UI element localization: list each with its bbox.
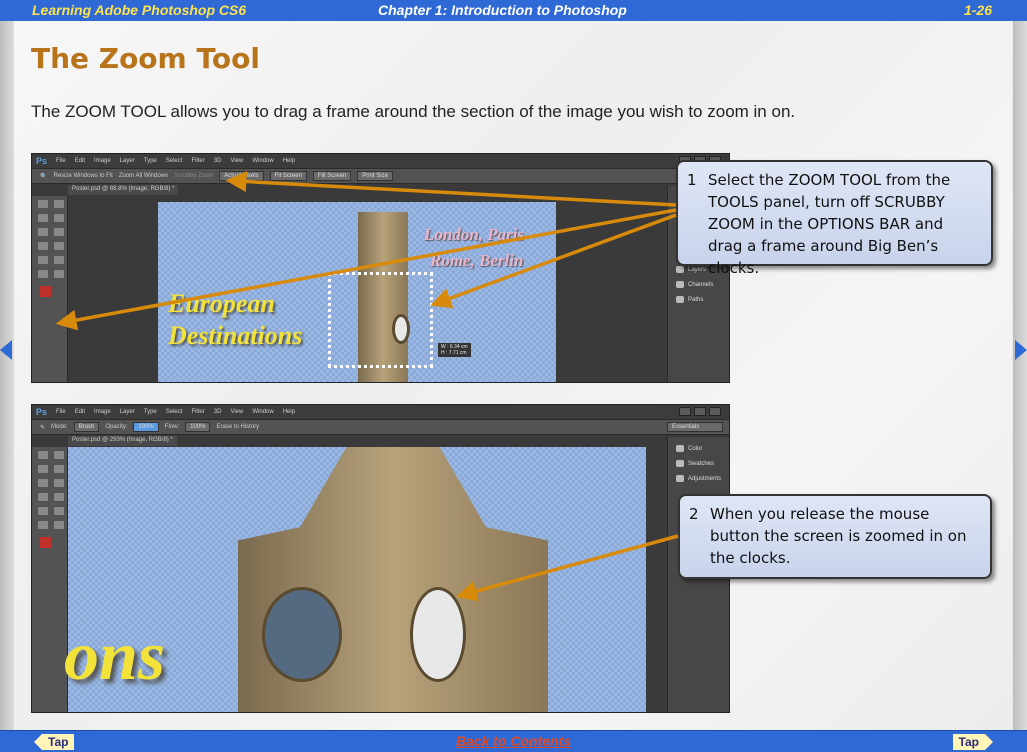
document-tab: Poster.psd @ 293% (Image, RGB/8) * xyxy=(68,436,177,446)
menu-edit: Edit xyxy=(74,409,86,415)
flow-label: Flow: xyxy=(164,424,180,430)
image-title: European Destinations xyxy=(168,289,303,350)
menu-help: Help xyxy=(282,158,296,164)
zoom-marquee xyxy=(328,272,433,368)
callout-step-1: 1 Select the ZOOM TOOL from the TOOLS pa… xyxy=(676,160,993,277)
menu-select: Select xyxy=(165,409,183,415)
book-title: Learning Adobe Photoshop CS6 xyxy=(32,2,247,18)
chapter-title: Chapter 1: Introduction to Photoshop xyxy=(378,2,627,18)
page-title: The Zoom Tool xyxy=(31,42,260,75)
fit-screen-button: Fit Screen xyxy=(269,171,307,181)
menu-select: Select xyxy=(165,158,183,164)
image-title: ons xyxy=(64,618,166,695)
next-page-button[interactable]: Tap xyxy=(952,734,994,750)
channels-panel-label: Channels xyxy=(688,281,714,288)
menu-3d: 3D xyxy=(213,158,222,164)
callout-step-2: 2 When you release the mouse button the … xyxy=(678,494,992,579)
step-number: 2 xyxy=(689,505,699,523)
erase-to-history-option: Erase to History xyxy=(216,424,260,430)
eraser-tool-icon: ✎ xyxy=(40,424,46,431)
foreground-color xyxy=(40,537,51,548)
clock-face-right xyxy=(410,587,466,682)
menu-filter: Filter xyxy=(191,158,205,164)
intro-text: The ZOOM TOOL allows you to drag a frame… xyxy=(31,102,796,121)
image-caption: London, Paris Rome, Berlin xyxy=(424,225,525,270)
ps-menu-bar: Ps File Edit Image Layer Type Select Filter 3D V… xyxy=(32,405,729,419)
option-zoom-all: Zoom All Windows xyxy=(118,173,169,179)
ps-options-bar: 🔍 Resize Windows to Fit Zoom All Windows… xyxy=(32,168,729,184)
tools-panel xyxy=(32,196,68,382)
menu-help: Help xyxy=(282,409,296,415)
swatches-panel-label: Swatches xyxy=(688,460,715,467)
tools-panel xyxy=(32,447,68,712)
fill-screen-button: Fill Screen xyxy=(312,171,352,181)
menu-3d: 3D xyxy=(213,409,222,415)
page-edge-right xyxy=(1013,21,1027,730)
option-scrubby-zoom: Scrubby Zoom xyxy=(174,173,214,179)
page-edge-left xyxy=(0,21,14,730)
menu-type: Type xyxy=(143,409,157,415)
menu-file: File xyxy=(56,409,66,415)
ps-logo: Ps xyxy=(36,407,48,417)
photoshop-screenshot-1: Ps File Edit Image Layer Type Select Filter 3D V… xyxy=(31,153,730,383)
photoshop-screenshot-2: Ps File Edit Image Layer Type Select Filter 3D V… xyxy=(31,404,730,713)
step-text: When you release the mouse button the sc… xyxy=(710,505,967,567)
menu-view: View xyxy=(230,409,244,415)
zoom-tool-icon: 🔍 xyxy=(40,173,48,180)
menu-window: Window xyxy=(252,158,274,164)
size-readout: W : 6.34 cm H : 7.71 cm xyxy=(438,343,471,357)
previous-page-arrow[interactable] xyxy=(0,340,12,360)
document-tab: Poster.psd @ 88.8% (Image, RGB/8) * xyxy=(68,185,179,195)
ps-options-bar: ✎ Mode: Brush Opacity: 100% Flow: 100% Eras… xyxy=(32,419,729,435)
page-number: 1-26 xyxy=(963,2,992,18)
back-to-contents-link[interactable]: Back to Contents xyxy=(0,733,1027,749)
print-size-button: Print Size xyxy=(357,171,393,181)
window-controls xyxy=(679,407,721,416)
workspace-select: Essentials xyxy=(667,422,723,432)
menu-layer: Layer xyxy=(119,158,135,164)
opacity-label: Opacity: xyxy=(105,424,128,430)
menu-image: Image xyxy=(94,409,111,415)
footer-bar: Tap Back to Contents Tap xyxy=(0,730,1027,752)
menu-file: File xyxy=(56,158,66,164)
step-text: Select the ZOOM TOOL from the TOOLS pane… xyxy=(708,171,951,277)
menu-image: Image xyxy=(94,158,111,164)
next-page-arrow[interactable] xyxy=(1015,340,1027,360)
menu-view: View xyxy=(230,158,244,164)
actual-pixels-button: Actual Pixels xyxy=(219,171,264,181)
menu-type: Type xyxy=(143,158,157,164)
mode-label: Mode: xyxy=(51,424,68,430)
color-panel-label: Color xyxy=(688,445,703,452)
option-resize-windows: Resize Windows to Fit xyxy=(53,173,113,179)
header-bar: Learning Adobe Photoshop CS6 Chapter 1: … xyxy=(0,0,1027,21)
ps-menu-bar: Ps File Edit Image Layer Type Select Filter 3D V… xyxy=(32,154,729,168)
paths-panel-label: Paths xyxy=(688,296,704,303)
clock-face-left xyxy=(262,587,342,682)
flow-field: 100% xyxy=(185,422,211,432)
image-canvas: London, Paris Rome, Berlin European Destin… xyxy=(158,202,556,382)
menu-filter: Filter xyxy=(191,409,205,415)
menu-window: Window xyxy=(252,409,274,415)
foreground-color xyxy=(40,286,51,297)
opacity-field: 100% xyxy=(133,422,159,432)
layers-panel-label: Layers xyxy=(688,266,707,273)
menu-layer: Layer xyxy=(119,409,135,415)
adjustments-panel-label: Adjustments xyxy=(688,475,722,482)
mode-select: Brush xyxy=(73,422,100,432)
ps-logo: Ps xyxy=(36,156,48,166)
menu-edit: Edit xyxy=(74,158,86,164)
image-canvas: ons xyxy=(64,447,646,712)
step-number: 1 xyxy=(687,171,697,189)
